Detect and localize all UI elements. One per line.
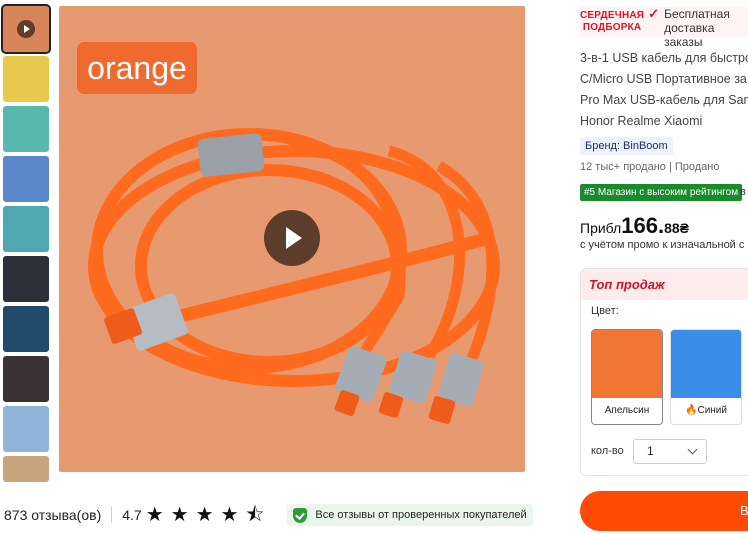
thumb-blue-cable[interactable]: [3, 156, 49, 202]
thumb-partial[interactable]: [3, 456, 49, 482]
promo-note: с учётом промо к изначальной с: [580, 239, 745, 251]
color-option-blue[interactable]: 🔥Синий: [670, 329, 742, 425]
quantity-value: 1: [647, 444, 654, 458]
verified-reviews-badge: Все отзывы от проверенных покупателей: [287, 504, 533, 526]
price: Прибл166.88₴: [580, 213, 689, 239]
brand-tag[interactable]: Бренд: BinBoom: [580, 137, 673, 155]
quantity-select[interactable]: 1: [633, 439, 707, 464]
color-option-image: [592, 330, 662, 398]
main-product-image[interactable]: orange: [59, 6, 525, 472]
play-icon: [17, 20, 35, 38]
rating-value: 4.7: [122, 507, 142, 523]
color-option-image: [671, 330, 741, 398]
thumbnail-gallery: [1, 4, 51, 486]
sold-count: 12 тыс+ продано | Продано: [580, 161, 720, 173]
title-line: Pro Max USB-кабель для Sam: [580, 93, 748, 107]
product-info-panel: СЕРДЕЧНАЯ ПОДБОРКА ✓ Бесплатная доставка…: [580, 0, 748, 534]
price-prefix: Прибл: [580, 220, 622, 236]
free-shipping-info: ✓ Бесплатная доставка заказы: [644, 6, 748, 50]
star-full-icon: ★: [220, 504, 239, 526]
review-count[interactable]: 873 отзыва(ов): [4, 507, 101, 523]
title-line: C/Micro USB Портативное за: [580, 72, 747, 86]
color-option-label: Апельсин: [604, 405, 650, 416]
shop-rating-badge[interactable]: #5 Магазин с высоким рейтингом: [580, 184, 743, 201]
free-shipping-text: Бесплатная доставка заказы: [664, 7, 730, 49]
thumb-yellow-cable[interactable]: [3, 56, 49, 102]
quantity-label: кол-во: [591, 445, 624, 457]
price-main: 166.: [621, 213, 665, 238]
top-sales-label: Топ продаж: [581, 269, 748, 300]
star-full-icon: ★: [195, 504, 214, 526]
thumb-orange-dark[interactable]: [3, 356, 49, 402]
color-badge: orange: [77, 42, 197, 94]
divider: [111, 507, 113, 523]
chevron-down-icon: [687, 444, 698, 455]
title-line: 3-в-1 USB кабель для быстрой: [580, 51, 748, 65]
buy-button[interactable]: В: [580, 491, 748, 531]
shop-rating-suffix: в: [740, 186, 746, 198]
thumb-charging-dark[interactable]: [3, 256, 49, 302]
color-option-orange[interactable]: Апельсин: [591, 329, 663, 425]
product-title: 3-в-1 USB кабель для быстрой C/Micro USB…: [580, 48, 748, 132]
star-full-icon: ★: [170, 504, 189, 526]
rating-stars: ★ ★ ★ ★ ⯪: [146, 505, 272, 525]
star-full-icon: ★: [145, 504, 164, 526]
shield-check-icon: [293, 507, 308, 523]
reviews-bar: 873 отзыва(ов) 4.7 ★ ★ ★ ★ ⯪ Все отзывы от п…: [4, 503, 544, 527]
selection-banner[interactable]: СЕРДЕЧНАЯ ПОДБОРКА ✓ Бесплатная доставка…: [580, 6, 748, 50]
color-option-label: 🔥Синий: [671, 398, 741, 424]
star-half-icon: ⯪: [245, 504, 265, 526]
thumb-lights-dark[interactable]: [3, 306, 49, 352]
color-label: Цвет:: [591, 305, 619, 317]
flame-icon: 🔥: [685, 405, 698, 416]
check-icon: ✓: [648, 6, 660, 21]
thumb-green-cable[interactable]: [3, 106, 49, 152]
color-option-text: Синий: [697, 405, 727, 416]
thumb-video[interactable]: [1, 4, 51, 54]
sku-panel: Топ продаж Цвет: Апельсин 🔥Синий кол-во …: [580, 268, 748, 476]
thumb-teal-cable[interactable]: [3, 206, 49, 252]
title-line: Honor Realme Xiaomi: [580, 114, 703, 128]
price-cents: 88₴: [664, 220, 689, 236]
verified-text: Все отзывы от проверенных покупателей: [315, 509, 527, 521]
selection-label: СЕРДЕЧНАЯ ПОДБОРКА: [580, 10, 645, 33]
video-play-button[interactable]: [264, 210, 320, 266]
product-page: orange 873 отзыва(ов) 4.7 ★ ★ ★ ★ ⯪ Все отзы…: [0, 0, 748, 534]
thumb-blue-info[interactable]: [3, 406, 49, 452]
